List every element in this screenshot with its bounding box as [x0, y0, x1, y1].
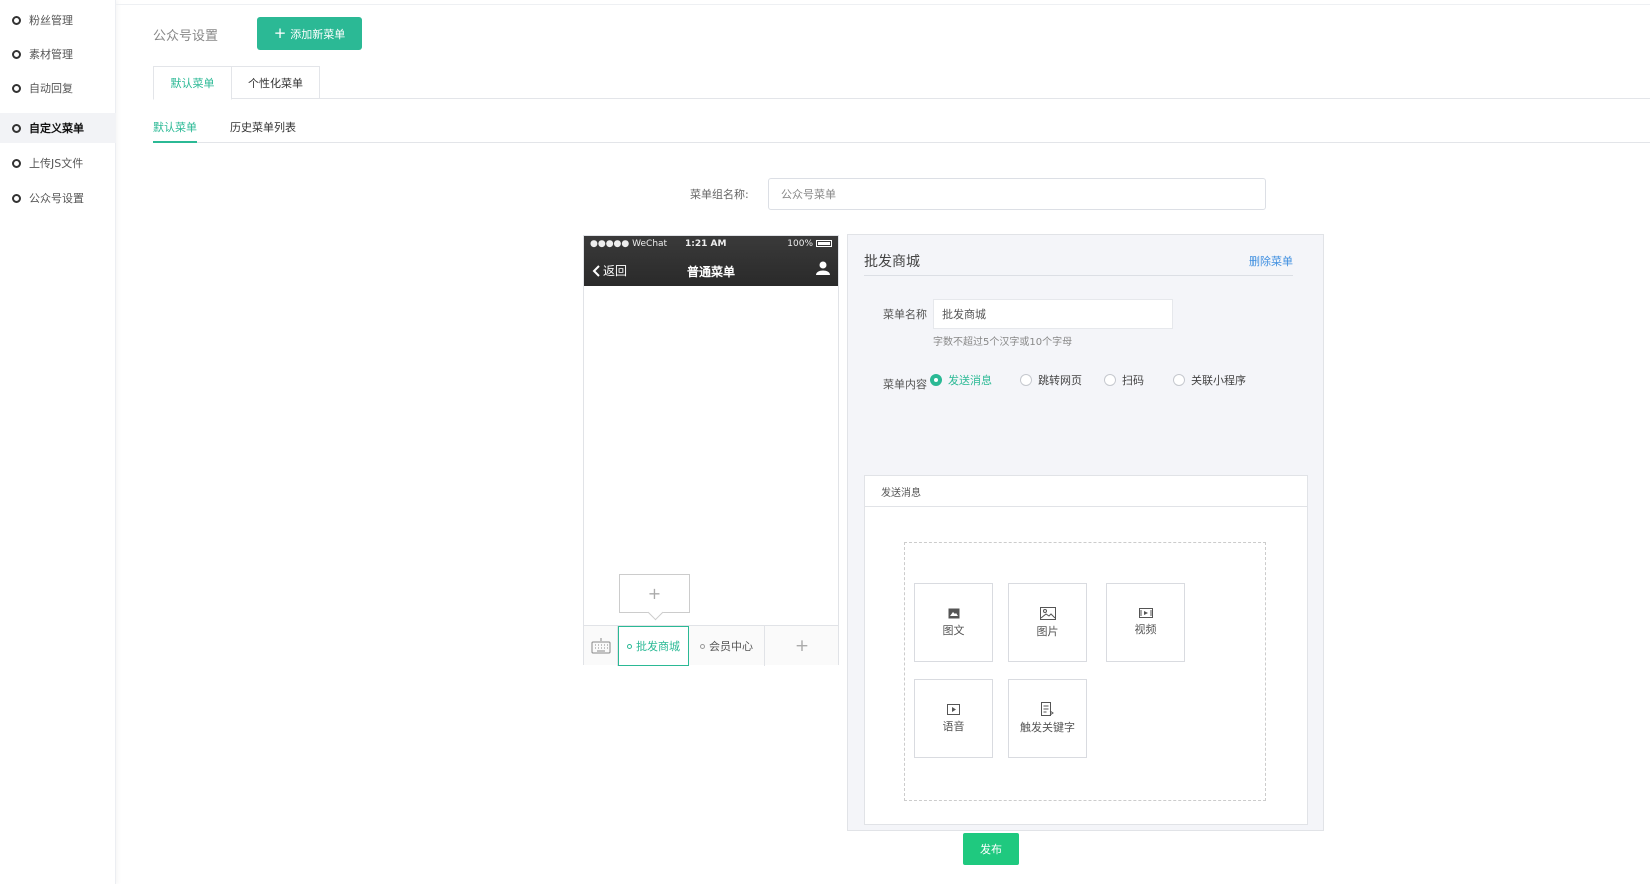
page-title: 公众号设置: [153, 29, 219, 44]
menu-name-input[interactable]: [933, 299, 1173, 329]
menu-group-name-label: 菜单组名称:: [690, 188, 749, 201]
message-type-label: 触发关键字: [1020, 721, 1075, 734]
message-type-label: 图片: [1036, 624, 1059, 638]
radio-jump-webpage[interactable]: 跳转网页: [1020, 372, 1082, 388]
sidebar-item-materials[interactable]: 素材管理: [0, 39, 116, 69]
menu-editor-panel: 批发商城 删除菜单 菜单名称 字数不超过5个汉字或10个字母 菜单内容 发送消息…: [847, 234, 1324, 831]
message-type-news[interactable]: 图文: [914, 583, 993, 662]
sidebar-item-fans[interactable]: 粉丝管理: [0, 5, 116, 35]
circle-bullet-icon: [12, 123, 21, 133]
radio-send-message[interactable]: 发送消息: [930, 372, 992, 388]
phone-menu-item-wholesale[interactable]: 批发商城: [618, 626, 689, 666]
sidebar-item-upload-js[interactable]: 上传JS文件: [0, 148, 116, 178]
circle-bullet-icon: [12, 158, 21, 168]
message-type-voice[interactable]: 语音: [914, 679, 993, 758]
phone-header: ●●●●● WeChat 1:21 AM 100% 返回 普通菜单: [584, 236, 838, 286]
user-icon: [816, 261, 830, 278]
menu-content-label: 菜单内容: [883, 378, 927, 391]
circle-bullet-icon: [12, 15, 21, 25]
phone-menu-label: 批发商城: [636, 640, 680, 653]
phone-menu-item-member-center[interactable]: 会员中心: [689, 626, 765, 666]
plus-icon: +: [273, 24, 287, 42]
radio-unchecked-icon: [1173, 374, 1185, 386]
message-type-image[interactable]: 图片: [1008, 583, 1087, 662]
tab-default-menu[interactable]: 默认菜单: [153, 66, 232, 100]
radio-unchecked-icon: [1020, 374, 1032, 386]
subtab-history-menu-list[interactable]: 历史菜单列表: [230, 116, 296, 143]
sidebar-item-label: 自动回复: [29, 82, 73, 95]
keyboard-icon: [591, 638, 610, 654]
video-icon: [1138, 608, 1153, 618]
tab-personalized-menu[interactable]: 个性化菜单: [231, 66, 320, 99]
image-icon: [1039, 606, 1056, 620]
menu-name-hint: 字数不超过5个汉字或10个字母: [933, 337, 1073, 348]
sidebar-item-label: 公众号设置: [29, 192, 84, 205]
status-battery: 100%: [787, 239, 832, 249]
sidebar-item-label: 上传JS文件: [29, 157, 84, 170]
radio-label: 扫码: [1122, 374, 1144, 387]
battery-icon: [816, 240, 832, 247]
radio-scan-code[interactable]: 扫码: [1104, 372, 1144, 388]
subtab-default-menu[interactable]: 默认菜单: [153, 116, 197, 143]
send-message-box: 发送消息 图文 图片 视频 语音 触发关键字: [864, 475, 1308, 825]
carrier-signal: ●●●●● WeChat: [590, 239, 668, 249]
radio-label: 关联小程序: [1191, 374, 1246, 387]
send-message-title: 发送消息: [865, 476, 1307, 507]
sidebar: 粉丝管理 素材管理 自动回复 自定义菜单 上传JS文件 公众号设置: [0, 0, 116, 884]
editor-divider: [864, 275, 1293, 276]
top-divider: [116, 4, 1650, 5]
phone-menu-label: 会员中心: [709, 640, 753, 653]
radio-label: 发送消息: [948, 374, 992, 387]
radio-checked-icon: [930, 374, 942, 386]
battery-percent: 100%: [787, 239, 813, 249]
message-type-label: 视频: [1134, 623, 1157, 636]
sidebar-item-label: 素材管理: [29, 48, 73, 61]
phone-preview: ●●●●● WeChat 1:21 AM 100% 返回 普通菜单 + 批发商城: [583, 235, 839, 666]
sidebar-item-auto-reply[interactable]: 自动回复: [0, 73, 116, 103]
circle-bullet-icon: [12, 49, 21, 59]
message-type-area: 图文 图片 视频 语音 触发关键字: [904, 542, 1266, 801]
editor-title: 批发商城: [864, 254, 920, 270]
add-submenu-button[interactable]: +: [619, 574, 690, 613]
add-main-menu-button[interactable]: +: [766, 626, 838, 666]
dot-icon: [700, 643, 705, 649]
menu-group-name-input[interactable]: [768, 178, 1266, 210]
sidebar-item-account-settings[interactable]: 公众号设置: [0, 183, 116, 213]
message-type-video[interactable]: 视频: [1106, 583, 1185, 662]
radio-mini-program[interactable]: 关联小程序: [1173, 372, 1246, 388]
publish-button[interactable]: 发布: [963, 833, 1019, 865]
sidebar-item-label: 粉丝管理: [29, 14, 73, 27]
sidebar-item-custom-menu[interactable]: 自定义菜单: [0, 113, 116, 143]
dot-icon: [627, 643, 632, 649]
keyboard-toggle[interactable]: [584, 626, 618, 666]
voice-icon: [947, 703, 960, 715]
menu-subtabs: 默认菜单 历史菜单列表: [153, 116, 1650, 143]
add-menu-button-label: 添加新菜单: [290, 27, 346, 41]
menu-name-label: 菜单名称: [883, 308, 927, 321]
keyword-icon: [1041, 702, 1054, 716]
message-type-label: 图文: [942, 623, 965, 637]
circle-bullet-icon: [12, 83, 21, 93]
add-menu-button[interactable]: + 添加新菜单: [257, 17, 362, 50]
message-type-keyword[interactable]: 触发关键字: [1008, 679, 1087, 758]
news-icon: [948, 608, 959, 618]
radio-unchecked-icon: [1104, 374, 1116, 386]
phone-menu-bar: 批发商城 会员中心 +: [584, 625, 838, 666]
radio-label: 跳转网页: [1038, 374, 1082, 387]
status-time: 1:21 AM: [685, 239, 727, 249]
message-type-label: 语音: [942, 719, 965, 733]
phone-nav-title: 普通菜单: [686, 265, 735, 279]
circle-bullet-icon: [12, 193, 21, 203]
delete-menu-link[interactable]: 删除菜单: [1249, 253, 1293, 269]
menu-type-tabs: 默认菜单 个性化菜单: [153, 66, 1650, 100]
sidebar-item-label: 自定义菜单: [29, 122, 84, 135]
